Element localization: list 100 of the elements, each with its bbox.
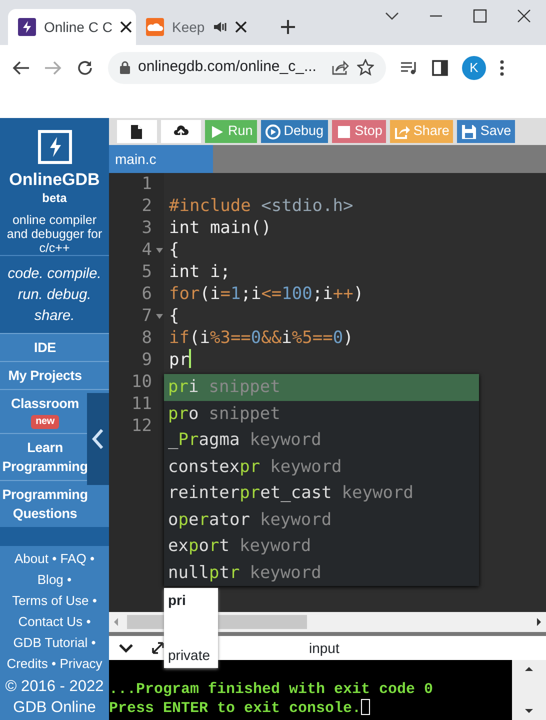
cloud-icon [146, 18, 164, 36]
bolt-icon [18, 18, 36, 36]
speaker-icon[interactable] [212, 21, 227, 33]
back-icon[interactable] [12, 58, 30, 76]
line-number: 7 [142, 306, 152, 326]
code-line: if(i%3==0&&i%5==0) [169, 328, 354, 348]
upload-button[interactable] [161, 120, 201, 143]
fold-arrow-icon[interactable] [156, 248, 163, 253]
tagline: online compiler and debugger for c/c++ [6, 213, 104, 255]
debug-button[interactable]: Debug [260, 120, 328, 143]
line-number: 4 [142, 240, 152, 260]
separator-dot: • [92, 593, 97, 608]
side-panel-icon[interactable] [432, 60, 448, 76]
code-line: for(i=1;i<=100;i++) [169, 284, 364, 304]
new-file-button[interactable] [117, 120, 157, 143]
edition-label: beta [42, 190, 67, 207]
line-number: 8 [142, 328, 152, 348]
suggestion-item[interactable]: pro snippet [164, 400, 479, 427]
footer-link[interactable]: FAQ [60, 551, 86, 566]
reload-icon[interactable] [76, 58, 94, 76]
collapse-button[interactable] [87, 393, 109, 485]
copyright-text: © 2016 - 2022 GDB Online [4, 677, 105, 718]
console-label: input [309, 638, 340, 658]
tab-title: Online C C [44, 18, 112, 36]
close-icon[interactable] [516, 8, 532, 24]
run-button[interactable]: Run [205, 120, 257, 143]
footer-link[interactable]: Privacy [60, 656, 102, 671]
line-number: 2 [142, 196, 152, 216]
play-icon [209, 124, 225, 140]
brand-name: OnlineGDB [9, 170, 100, 189]
suggestion-item[interactable]: pri snippet [164, 374, 479, 400]
browser-tab[interactable]: Keep [136, 9, 264, 45]
separator-dot: • [67, 572, 72, 587]
new-badge: new [30, 415, 60, 430]
code-line: pr [169, 350, 190, 370]
line-number: 12 [132, 416, 152, 436]
suggestion-item[interactable]: reinterpret_cast keyword [164, 480, 479, 506]
separator-dot: • [52, 656, 56, 671]
play-circle-icon [264, 124, 281, 140]
expand-icon[interactable] [151, 641, 165, 655]
playlist-icon[interactable] [400, 60, 418, 74]
code-line: int main() [169, 218, 272, 238]
code-line: int i; [169, 262, 230, 282]
maximize-icon[interactable] [472, 8, 488, 24]
console-output: ...Program finished with exit code 0 [109, 680, 434, 699]
code-line: #include <stdio.h> [169, 196, 354, 216]
close-icon[interactable] [120, 21, 132, 33]
floppy-icon [461, 124, 478, 140]
console-cursor [361, 699, 370, 715]
scroll-right-icon[interactable] [536, 617, 542, 627]
footer-link[interactable]: Credits [6, 656, 48, 671]
save-button[interactable]: Save [457, 120, 516, 143]
nav-link[interactable]: IDE [34, 338, 56, 358]
suggestion-item[interactable]: ope rator keyword [164, 506, 479, 533]
footer-link[interactable]: Blog [37, 572, 64, 587]
separator-dot: • [86, 614, 91, 629]
chevron-down-icon[interactable] [119, 643, 133, 653]
line-number: 3 [142, 218, 152, 238]
tooltip-title: pri [168, 591, 187, 610]
suggestion-item[interactable]: nullpt r keyword [164, 560, 479, 586]
nav-link[interactable]: Classroom [11, 394, 79, 414]
browser-tab[interactable]: Online C C [8, 9, 136, 45]
logo-icon[interactable] [38, 130, 72, 164]
share-icon [394, 124, 410, 140]
separator-dot: • [91, 635, 96, 650]
footer-link[interactable]: Terms of Use [12, 593, 89, 608]
stop-icon [336, 124, 352, 140]
stop-button[interactable]: Stop [332, 120, 386, 143]
scroll-up-icon[interactable] [524, 666, 534, 672]
scroll-down-icon[interactable] [524, 708, 534, 714]
separator-dot: • [90, 551, 94, 566]
separator-dot: • [52, 551, 57, 566]
share-icon[interactable] [332, 60, 349, 75]
fold-arrow-icon[interactable] [156, 314, 163, 319]
suggestion-item[interactable]: _Pragma keyword [164, 427, 479, 454]
suggestion-item[interactable]: expo rt keyword [164, 533, 479, 560]
more-menu-icon[interactable] [500, 60, 504, 76]
footer-link[interactable]: Contact Us [18, 614, 83, 629]
profile-avatar[interactable]: K [462, 56, 486, 80]
console-output: Press ENTER to exit console. [109, 700, 362, 717]
star-icon[interactable] [357, 59, 374, 76]
footer-link[interactable]: About [14, 551, 48, 566]
url-text: onlinegdb.com/online_c_... [138, 57, 318, 78]
close-icon[interactable] [234, 21, 247, 33]
address-bar[interactable]: onlinegdb.com/online_c_... [108, 52, 386, 84]
new-file-icon [129, 124, 145, 140]
line-number: 1 [142, 174, 152, 194]
file-tab[interactable]: main.c [109, 145, 213, 173]
line-number: 9 [142, 350, 152, 370]
line-number: 10 [132, 372, 152, 392]
tooltip-text: private [168, 646, 212, 665]
tab-title: Keep [172, 18, 205, 37]
code-line: { [169, 306, 180, 326]
lock-icon [120, 61, 130, 74]
code-line: { [169, 240, 180, 260]
footer-link[interactable]: GDB Tutorial [13, 635, 88, 650]
chevron-left-icon [92, 428, 104, 450]
line-number: 6 [142, 284, 152, 304]
new-tab-icon[interactable] [280, 19, 296, 35]
suggestion-item[interactable]: constexpr keyword [164, 454, 479, 480]
